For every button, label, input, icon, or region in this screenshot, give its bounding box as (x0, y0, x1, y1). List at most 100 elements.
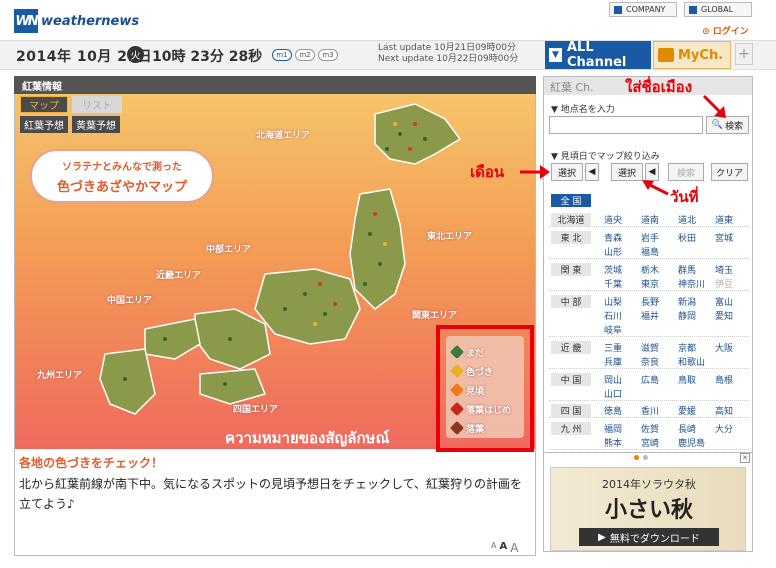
city-link[interactable]: 兵庫 (604, 355, 622, 368)
city-link[interactable]: 道北 (678, 213, 696, 226)
weathernews-logo-icon[interactable]: WN (14, 9, 39, 33)
city-link[interactable]: 岐阜 (604, 323, 622, 336)
city-link[interactable]: 福島 (641, 245, 659, 258)
area-chugoku[interactable]: 中国エリア (107, 293, 152, 306)
city-link[interactable]: 長野 (641, 295, 659, 308)
city-link[interactable]: 熊本 (604, 436, 622, 449)
city-link[interactable]: 鹿児島 (678, 436, 705, 449)
mode-button-m3[interactable]: m3 (318, 49, 338, 61)
city-link[interactable]: 道南 (641, 213, 659, 226)
company-link[interactable]: COMPANY (609, 2, 677, 17)
font-large-button[interactable]: A (510, 541, 518, 555)
city-link[interactable]: 千葉 (604, 277, 622, 290)
city-link[interactable]: 徳島 (604, 404, 622, 417)
city-link[interactable]: 三重 (604, 341, 622, 354)
month-arrow-button[interactable]: ◀ (585, 163, 599, 181)
location-search-input[interactable] (549, 116, 703, 134)
city-link[interactable]: 静岡 (678, 309, 696, 322)
region-chugoku[interactable]: 中 国 (551, 373, 591, 386)
city-link[interactable]: 東京 (641, 277, 659, 290)
add-channel-button[interactable]: + (735, 43, 753, 65)
city-link[interactable]: 青森 (604, 231, 622, 244)
city-link[interactable]: 大分 (715, 422, 733, 435)
area-hokkaido[interactable]: 北海道エリア (256, 128, 310, 141)
city-link[interactable]: 佐賀 (641, 422, 659, 435)
area-shikoku[interactable]: 四国エリア (233, 402, 278, 415)
city-link[interactable]: 愛媛 (678, 404, 696, 417)
city-link[interactable]: 宮崎 (641, 436, 659, 449)
city-link[interactable]: 山梨 (604, 295, 622, 308)
region-kyushu[interactable]: 九 州 (551, 422, 591, 435)
city-link[interactable]: 和歌山 (678, 355, 705, 368)
city-link[interactable]: 高知 (715, 404, 733, 417)
ad-pager[interactable] (634, 455, 654, 460)
pager-dot[interactable] (634, 455, 639, 460)
city-link[interactable]: 福岡 (604, 422, 622, 435)
global-link[interactable]: GLOBAL (684, 2, 752, 17)
city-link[interactable]: 新潟 (678, 295, 696, 308)
city-link[interactable]: 茨城 (604, 263, 622, 276)
city-link[interactable]: 島根 (715, 373, 733, 386)
city-link[interactable]: 宮城 (715, 231, 733, 244)
city-link[interactable]: 愛知 (715, 309, 733, 322)
city-link[interactable]: 道央 (604, 213, 622, 226)
clear-button[interactable]: クリア (711, 163, 748, 181)
city-link[interactable]: 富山 (715, 295, 733, 308)
all-country-button[interactable]: 全 国 (551, 194, 591, 207)
font-small-button[interactable]: A (491, 541, 496, 555)
city-link[interactable]: 奈良 (641, 355, 659, 368)
area-kinki[interactable]: 近畿エリア (156, 268, 201, 281)
city-link[interactable]: 神奈川 (678, 277, 705, 290)
region-kanto[interactable]: 関 東 (551, 263, 591, 276)
city-link[interactable]: 山口 (604, 387, 622, 400)
region-shikoku[interactable]: 四 国 (551, 404, 591, 417)
region-hokkaido[interactable]: 北海道 (551, 213, 591, 226)
area-chubu[interactable]: 中部エリア (206, 242, 251, 255)
city-link[interactable]: 栃木 (641, 263, 659, 276)
area-tohoku[interactable]: 東北エリア (427, 229, 472, 242)
font-medium-button[interactable]: A (499, 541, 507, 555)
area-kanto[interactable]: 関東エリア (412, 308, 457, 321)
region-chubu[interactable]: 中 部 (551, 295, 591, 308)
tab-yellow-forecast[interactable]: 黄葉予想 (72, 116, 120, 133)
soraution-ad-banner[interactable]: 2014年ソラウタ秋 小さい秋 ▶ 無料でダウンロード (550, 467, 746, 551)
close-icon[interactable]: ✕ (740, 453, 750, 463)
city-link[interactable]: 群馬 (678, 263, 696, 276)
city-link[interactable]: 伊豆 (715, 277, 733, 290)
tab-list[interactable]: リスト (72, 96, 122, 113)
pager-dot[interactable] (643, 455, 648, 460)
tab-koyo-forecast[interactable]: 紅葉予想 (20, 116, 68, 133)
city-link[interactable]: 大阪 (715, 341, 733, 354)
city-link[interactable]: 京都 (678, 341, 696, 354)
mych-tab[interactable]: MyCh. (653, 41, 731, 69)
area-kyushu[interactable]: 九州エリア (37, 368, 82, 381)
city-link[interactable]: 埼玉 (715, 263, 733, 276)
day-select[interactable]: 選択 (611, 163, 643, 181)
description-title: 各地の色づきをチェック！ (19, 456, 164, 470)
region-tohoku[interactable]: 東 北 (551, 231, 591, 244)
login-link[interactable]: ⊙ ログイン (702, 24, 749, 37)
city-link[interactable]: 香川 (641, 404, 659, 417)
filter-search-button[interactable]: 検索 (668, 163, 704, 181)
mode-button-m1[interactable]: m1 (272, 49, 292, 61)
month-select[interactable]: 選択 (551, 163, 583, 181)
city-link[interactable]: 岡山 (604, 373, 622, 386)
city-link[interactable]: 岩手 (641, 231, 659, 244)
region-kinki[interactable]: 近 畿 (551, 341, 591, 354)
ad-download-button[interactable]: ▶ 無料でダウンロード (579, 528, 719, 546)
all-channel-tab[interactable]: ▼ ALL Channel (545, 40, 651, 70)
city-link[interactable]: 滋賀 (641, 341, 659, 354)
city-link[interactable]: 広島 (641, 373, 659, 386)
city-link[interactable]: 長崎 (678, 422, 696, 435)
city-link[interactable]: 秋田 (678, 231, 696, 244)
shikoku-shape (199, 368, 267, 405)
mode-button-m2[interactable]: m2 (295, 49, 315, 61)
city-link[interactable]: 山形 (604, 245, 622, 258)
city-link[interactable]: 福井 (641, 309, 659, 322)
font-size-controls: A A A (491, 541, 518, 555)
city-link[interactable]: 鳥取 (678, 373, 696, 386)
city-link[interactable]: 石川 (604, 309, 622, 322)
city-link[interactable]: 道東 (715, 213, 733, 226)
logo-text[interactable]: weathernews (41, 14, 139, 29)
tab-map[interactable]: マップ (20, 96, 68, 113)
